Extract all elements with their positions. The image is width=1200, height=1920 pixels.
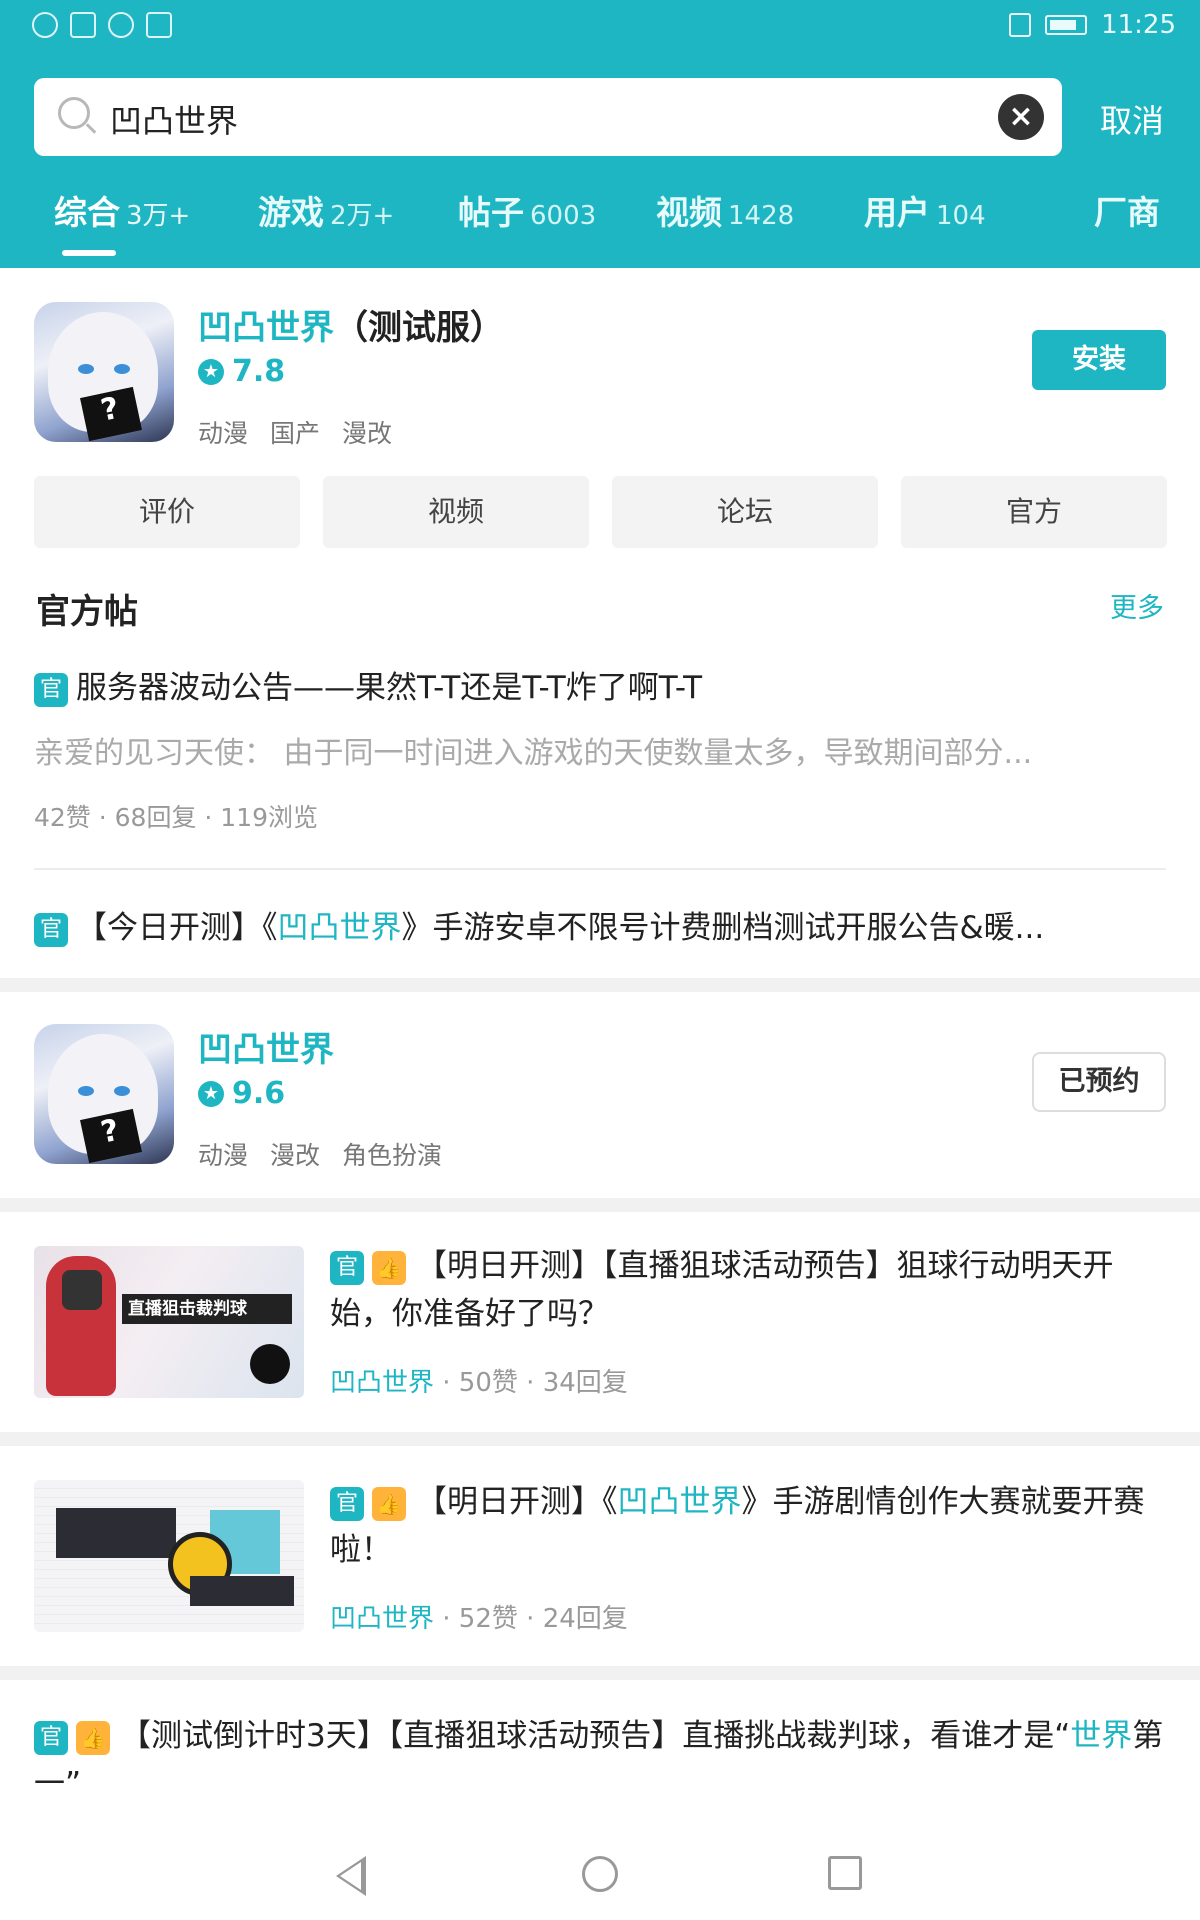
thumbs-up-icon: 👍 (76, 1720, 110, 1755)
wifi-icon (32, 12, 58, 38)
app-card (0, 992, 1200, 1198)
booked-button[interactable]: 已预约 (1032, 1052, 1166, 1112)
status-bar: 11:25 (0, 0, 1200, 56)
tab-games[interactable]: 游戏 2万+ (258, 186, 394, 234)
system-nav-bar (0, 1832, 1200, 1920)
post-meta: 42赞 · 68回复 · 119浏览 (34, 803, 319, 832)
status-time: 11:25 (1101, 10, 1176, 40)
official-post-title[interactable]: 官【今日开测】《凹凸世界》手游安卓不限号计费删档测试开服公告&暖... (34, 902, 1044, 947)
forum-button[interactable]: 论坛 (612, 476, 878, 548)
official-badge: 官 (34, 912, 68, 947)
thumbs-up-icon: 👍 (372, 1250, 406, 1285)
tab-all[interactable]: 综合 3万+ (54, 186, 190, 234)
upload-icon (146, 12, 172, 38)
tag[interactable]: 国产 (270, 414, 320, 450)
official-badge: 官 (330, 1486, 364, 1521)
official-button[interactable]: 官方 (901, 476, 1167, 548)
feed-meta: 凹凸世界 · 50赞 · 34回复 (330, 1368, 628, 1398)
battery-icon (1045, 15, 1088, 35)
more-link[interactable]: 更多 (1110, 586, 1164, 625)
official-badge: 官 (34, 1720, 68, 1755)
tab-videos[interactable]: 视频 1428 (656, 186, 794, 234)
tag[interactable]: 漫改 (342, 414, 392, 450)
top-header: 11:25 凹凸世界 × 取消 综合 3万+ 游戏 2万+ 帖子 6003 视频 142… (0, 0, 1200, 268)
feed-title[interactable]: 官 👍 【明日开测】《凹凸世界》手游剧情创作大赛就要开赛啦！ (330, 1478, 1166, 1574)
home-icon[interactable] (582, 1856, 618, 1892)
tag[interactable]: 动漫 (198, 414, 248, 450)
app-title[interactable]: 凹凸世界（测试服） (198, 300, 504, 349)
status-icons (32, 12, 172, 38)
video-button[interactable]: 视频 (323, 476, 589, 548)
app-icon[interactable]: ? (34, 302, 174, 442)
post-thumbnail[interactable] (34, 1480, 304, 1632)
post-thumbnail[interactable]: 直播狙击裁判球 (34, 1246, 304, 1398)
app-tags: 动漫 漫改 角色扮演 (198, 1136, 442, 1172)
app-rating: ★ 7.8 (198, 354, 285, 389)
divider (34, 868, 1166, 870)
install-button[interactable]: 安装 (1032, 330, 1166, 390)
feed-title[interactable]: 官 👍 【测试倒计时3天】【直播狙球活动预告】直播挑战裁判球，看谁才是“世界第一” (34, 1712, 1174, 1808)
official-badge: 官 (34, 672, 68, 707)
feed-source[interactable]: 凹凸世界 (330, 1368, 434, 1398)
thumbs-up-icon: 👍 (372, 1486, 406, 1521)
tab-users[interactable]: 用户 104 (864, 186, 986, 234)
status-right: 11:25 (1009, 10, 1176, 40)
tag[interactable]: 漫改 (270, 1136, 320, 1172)
feed-meta: 凹凸世界 · 52赞 · 24回复 (330, 1604, 628, 1634)
search-query[interactable]: 凹凸世界 (110, 96, 238, 142)
official-post-title[interactable]: 官服务器波动公告——果然T-T还是T-T炸了啊T-T (34, 662, 702, 707)
vibrate-icon (1009, 13, 1032, 37)
tag[interactable]: 角色扮演 (342, 1136, 442, 1172)
tag[interactable]: 动漫 (198, 1136, 248, 1172)
tab-posts[interactable]: 帖子 6003 (458, 186, 596, 234)
cancel-button[interactable]: 取消 (1100, 96, 1164, 142)
search-input[interactable]: 凹凸世界 × (34, 78, 1062, 156)
close-icon[interactable]: × (998, 94, 1044, 140)
tab-vendors[interactable]: 厂商 (1094, 186, 1160, 234)
feed-source[interactable]: 凹凸世界 (330, 1604, 434, 1634)
tab-indicator (62, 250, 116, 256)
star-icon: ★ (198, 358, 224, 385)
app-title[interactable]: 凹凸世界 (198, 1022, 334, 1071)
official-badge: 官 (330, 1250, 364, 1285)
app-tags: 动漫 国产 漫改 (198, 414, 392, 450)
review-button[interactable]: 评价 (34, 476, 300, 548)
app-card-test (0, 268, 1200, 978)
app-rating: ★ 9.6 (198, 1076, 285, 1111)
post-excerpt[interactable]: 亲爱的见习天使： 由于同一时间进入游戏的天使数量太多，导致期间部分... (34, 728, 1032, 772)
search-tabs: 综合 3万+ 游戏 2万+ 帖子 6003 视频 1428 用户 104 厂商 (0, 186, 1200, 246)
wechat-icon (108, 12, 134, 38)
section-title: 官方帖 (36, 592, 138, 632)
recent-apps-icon[interactable] (828, 1856, 862, 1890)
star-icon: ★ (198, 1080, 224, 1107)
feed-title[interactable]: 官 👍 【明日开测】【直播狙球活动预告】狙球行动明天开始，你准备好了吗？ (330, 1242, 1166, 1338)
mail-icon (70, 12, 96, 38)
app-icon[interactable]: ? (34, 1024, 174, 1164)
back-icon[interactable] (336, 1856, 366, 1896)
search-icon (58, 97, 90, 129)
